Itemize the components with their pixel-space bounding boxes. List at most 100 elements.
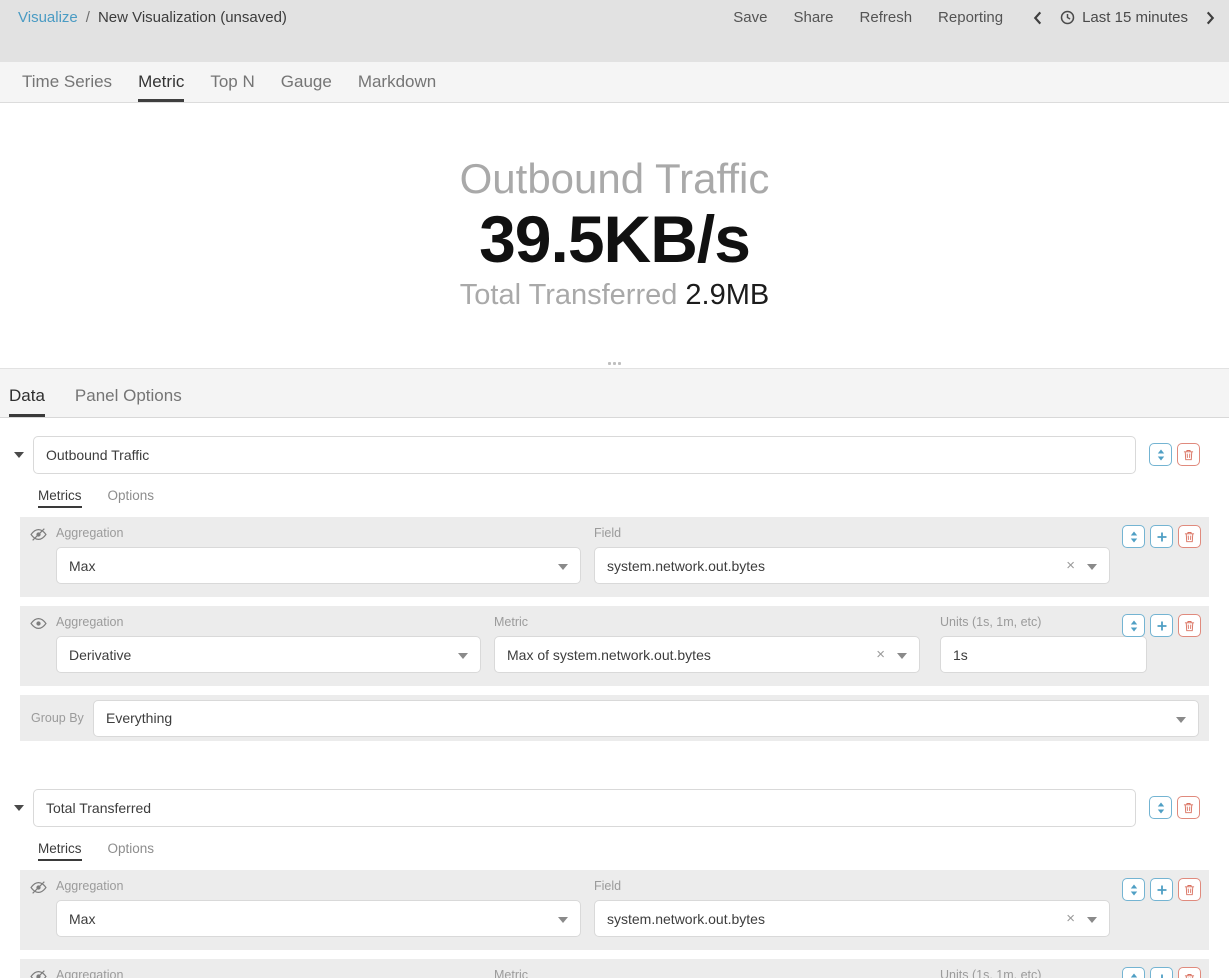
chevron-down-icon xyxy=(1087,917,1097,923)
row-reorder-button[interactable] xyxy=(1122,614,1145,637)
row-delete-button[interactable] xyxy=(1178,614,1201,637)
series-2-reorder-button[interactable] xyxy=(1149,796,1172,819)
series-1-buttons xyxy=(1149,443,1200,466)
row-add-button[interactable] xyxy=(1150,614,1173,637)
aggregation-value: Derivative xyxy=(69,647,131,663)
plus-icon xyxy=(1157,532,1167,542)
reporting-button[interactable]: Reporting xyxy=(938,9,1003,26)
units-label: Units (1s, 1m, etc) xyxy=(940,615,1147,629)
group-by-label: Group By xyxy=(30,711,93,725)
clear-icon[interactable]: × xyxy=(1066,556,1075,576)
row-delete-button[interactable] xyxy=(1178,967,1201,978)
eye-icon[interactable] xyxy=(30,617,47,630)
trash-icon xyxy=(1184,531,1195,543)
sort-arrows-icon xyxy=(1156,802,1166,814)
tab-top-n[interactable]: Top N xyxy=(197,72,267,102)
sort-arrows-icon xyxy=(1156,449,1166,461)
chevron-down-icon xyxy=(558,564,568,570)
row-delete-button[interactable] xyxy=(1178,525,1201,548)
series-2-name-input[interactable] xyxy=(33,789,1136,827)
tab-panel-options[interactable]: Panel Options xyxy=(75,386,194,417)
trash-icon xyxy=(1183,449,1194,461)
series-1-agg-row-1: Aggregation Max Field system.network.out… xyxy=(20,517,1209,597)
aggregation-label: Aggregation xyxy=(56,615,481,629)
tab-gauge[interactable]: Gauge xyxy=(268,72,345,102)
visualization-type-tabs: Time Series Metric Top N Gauge Markdown xyxy=(0,62,1229,103)
eye-slash-icon[interactable] xyxy=(30,970,47,978)
series-1-tab-metrics[interactable]: Metrics xyxy=(38,488,82,508)
chevron-down-icon xyxy=(1087,564,1097,570)
series-1-collapse-caret-icon[interactable] xyxy=(14,452,24,458)
breadcrumb-current: New Visualization (unsaved) xyxy=(98,9,287,26)
series-2-buttons xyxy=(1149,796,1200,819)
editor-tabs: Data Panel Options xyxy=(0,368,1229,418)
series-2-row-1-aggregation-select[interactable]: Max xyxy=(56,900,581,937)
series-1-name-input[interactable] xyxy=(33,436,1136,474)
row-add-button[interactable] xyxy=(1150,967,1173,978)
series-1-sub-tabs: Metrics Options xyxy=(38,488,1229,508)
sort-arrows-icon xyxy=(1129,620,1139,632)
series-1-row-1-field-select[interactable]: system.network.out.bytes × xyxy=(594,547,1110,584)
row-reorder-button[interactable] xyxy=(1122,967,1145,978)
series-2-header xyxy=(0,788,1229,828)
tab-metric[interactable]: Metric xyxy=(125,72,197,102)
time-picker-label: Last 15 minutes xyxy=(1082,9,1188,26)
tab-data[interactable]: Data xyxy=(9,386,57,417)
series-1-row-2-aggregation-select[interactable]: Derivative xyxy=(56,636,481,673)
series-2-row-2-buttons xyxy=(1122,967,1201,978)
field-label: Field xyxy=(594,526,1110,540)
series-2-tab-options[interactable]: Options xyxy=(108,841,155,861)
breadcrumb-separator: / xyxy=(86,9,90,26)
eye-slash-icon[interactable] xyxy=(30,528,47,541)
share-button[interactable]: Share xyxy=(793,9,833,26)
series-1-delete-button[interactable] xyxy=(1177,443,1200,466)
time-picker-group: Last 15 minutes xyxy=(1033,9,1215,26)
series-editor: Metrics Options Aggregation Max Field sy… xyxy=(0,418,1229,978)
row-reorder-button[interactable] xyxy=(1122,878,1145,901)
aggregation-label: Aggregation xyxy=(56,879,581,893)
series-2-tab-metrics[interactable]: Metrics xyxy=(38,841,82,861)
chevron-down-icon xyxy=(897,653,907,659)
series-1-row-2-metric-select[interactable]: Max of system.network.out.bytes × xyxy=(494,636,920,673)
series-1-tab-options[interactable]: Options xyxy=(108,488,155,508)
series-1-row-2-units-input[interactable] xyxy=(940,636,1147,673)
row-reorder-button[interactable] xyxy=(1122,525,1145,548)
row-delete-button[interactable] xyxy=(1178,878,1201,901)
clear-icon[interactable]: × xyxy=(876,645,885,665)
drag-handle-icon xyxy=(608,362,621,365)
aggregation-value: Max xyxy=(69,911,95,927)
top-bar: Visualize / New Visualization (unsaved) … xyxy=(0,0,1229,62)
chevron-down-icon xyxy=(558,917,568,923)
row-add-button[interactable] xyxy=(1150,878,1173,901)
save-button[interactable]: Save xyxy=(733,9,767,26)
metric-secondary-value: 2.9MB xyxy=(685,279,769,311)
panel-resize-handle[interactable] xyxy=(0,358,1229,368)
row-add-button[interactable] xyxy=(1150,525,1173,548)
refresh-button[interactable]: Refresh xyxy=(860,9,913,26)
metric-label: Metric xyxy=(494,615,920,629)
breadcrumb-visualize-link[interactable]: Visualize xyxy=(18,9,78,26)
eye-slash-icon[interactable] xyxy=(30,881,47,894)
time-forward-chevron-icon[interactable] xyxy=(1206,11,1215,25)
series-2-agg-row-1: Aggregation Max Field system.network.out… xyxy=(20,870,1209,950)
series-1-row-1-aggregation-select[interactable]: Max xyxy=(56,547,581,584)
series-2-delete-button[interactable] xyxy=(1177,796,1200,819)
trash-icon xyxy=(1183,802,1194,814)
series-1-reorder-button[interactable] xyxy=(1149,443,1172,466)
metric-title: Outbound Traffic xyxy=(460,156,770,202)
series-2-row-1-buttons xyxy=(1122,878,1201,901)
time-back-chevron-icon[interactable] xyxy=(1033,11,1042,25)
series-1-agg-row-2: Aggregation Derivative Metric Max of sys… xyxy=(20,606,1209,686)
series-2-row-1-field-select[interactable]: system.network.out.bytes × xyxy=(594,900,1110,937)
tab-markdown[interactable]: Markdown xyxy=(345,72,449,102)
group-by-value: Everything xyxy=(106,710,172,726)
clear-icon[interactable]: × xyxy=(1066,909,1075,929)
sort-arrows-icon xyxy=(1129,973,1139,978)
tab-time-series[interactable]: Time Series xyxy=(9,72,125,102)
series-2-collapse-caret-icon[interactable] xyxy=(14,805,24,811)
time-picker-button[interactable]: Last 15 minutes xyxy=(1060,9,1188,26)
field-label: Field xyxy=(594,879,1110,893)
trash-icon xyxy=(1184,620,1195,632)
series-1-group-by-select[interactable]: Everything xyxy=(93,700,1199,737)
metric-value: 39.5KB/s xyxy=(479,202,750,278)
